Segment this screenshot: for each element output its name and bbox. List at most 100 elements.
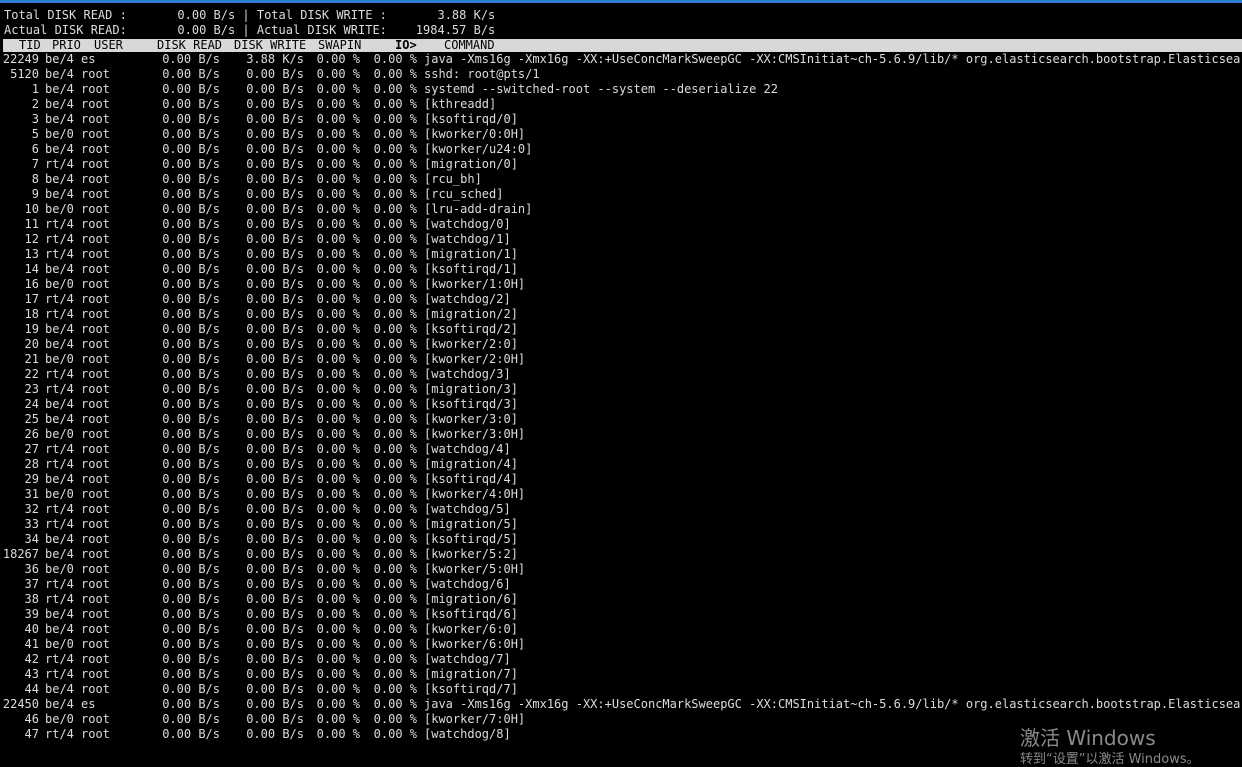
command-cell: [kworker/3:0H]	[424, 427, 526, 441]
process-row[interactable]: 7 rt/4 root 0.00 B/s 0.00 B/s 0.00 % 0.00 % [mi…	[0, 157, 1242, 172]
command-cell: [kworker/0:0H]	[424, 127, 526, 141]
process-row[interactable]: 31 be/0 root 0.00 B/s 0.00 B/s 0.00 % 0.00 % [k…	[0, 487, 1242, 502]
process-row[interactable]: 32 rt/4 root 0.00 B/s 0.00 B/s 0.00 % 0.00 % [w…	[0, 502, 1242, 517]
process-row[interactable]: 27 rt/4 root 0.00 B/s 0.00 B/s 0.00 % 0.00 % [w…	[0, 442, 1242, 457]
process-row[interactable]: 34 be/4 root 0.00 B/s 0.00 B/s 0.00 % 0.00 % [k…	[0, 532, 1242, 547]
disk-write-cell: 0.00 B/s	[246, 367, 304, 381]
disk-write-cell: 3.88 K/s	[246, 52, 304, 66]
process-row[interactable]: 18267 be/4 root 0.00 B/s 0.00 B/s 0.00 % 0.00 …	[0, 547, 1242, 562]
col-io-sorted[interactable]: IO>	[395, 39, 417, 52]
disk-write-cell: 0.00 B/s	[246, 577, 304, 591]
process-row[interactable]: 28 rt/4 root 0.00 B/s 0.00 B/s 0.00 % 0.00 % [m…	[0, 457, 1242, 472]
col-prio[interactable]: PRIO	[52, 39, 81, 52]
process-row[interactable]: 2 be/4 root 0.00 B/s 0.00 B/s 0.00 % 0.00 % [kt…	[0, 97, 1242, 112]
process-row[interactable]: 17 rt/4 root 0.00 B/s 0.00 B/s 0.00 % 0.00 % [w…	[0, 292, 1242, 307]
process-row[interactable]: 22249 be/4 es 0.00 B/s 3.88 K/s 0.00 % 0.00 % j…	[0, 52, 1242, 67]
command-cell: systemd --switched-root --system --deser…	[424, 82, 779, 96]
tid-cell: 12	[24, 232, 39, 246]
io-cell: 0.00 %	[373, 337, 417, 351]
user-cell: root	[81, 337, 110, 351]
process-row[interactable]: 1 be/4 root 0.00 B/s 0.00 B/s 0.00 % 0.00 % sys…	[0, 82, 1242, 97]
user-cell: root	[81, 262, 110, 276]
process-row[interactable]: 23 rt/4 root 0.00 B/s 0.00 B/s 0.00 % 0.00 % [m…	[0, 382, 1242, 397]
process-row[interactable]: 24 be/4 root 0.00 B/s 0.00 B/s 0.00 % 0.00 % [k…	[0, 397, 1242, 412]
process-row[interactable]: 39 be/4 root 0.00 B/s 0.00 B/s 0.00 % 0.00 % [k…	[0, 607, 1242, 622]
process-row[interactable]: 22 rt/4 root 0.00 B/s 0.00 B/s 0.00 % 0.00 % [w…	[0, 367, 1242, 382]
disk-read-cell: 0.00 B/s	[162, 382, 220, 396]
process-row[interactable]: 37 rt/4 root 0.00 B/s 0.00 B/s 0.00 % 0.00 % [w…	[0, 577, 1242, 592]
disk-read-cell: 0.00 B/s	[162, 517, 220, 531]
disk-read-cell: 0.00 B/s	[162, 532, 220, 546]
process-row[interactable]: 44 be/4 root 0.00 B/s 0.00 B/s 0.00 % 0.00 % [k…	[0, 682, 1242, 697]
disk-read-cell: 0.00 B/s	[162, 127, 220, 141]
tid-cell: 37	[24, 577, 39, 591]
process-row[interactable]: 5 be/0 root 0.00 B/s 0.00 B/s 0.00 % 0.00 % [kw…	[0, 127, 1242, 142]
io-cell: 0.00 %	[373, 397, 417, 411]
disk-read-cell: 0.00 B/s	[162, 277, 220, 291]
tid-cell: 26	[24, 427, 39, 441]
process-row[interactable]: 9 be/4 root 0.00 B/s 0.00 B/s 0.00 % 0.00 % [rc…	[0, 187, 1242, 202]
swapin-cell: 0.00 %	[316, 337, 360, 351]
user-cell: root	[81, 67, 110, 81]
swapin-cell: 0.00 %	[316, 652, 360, 666]
prio-cell: be/0	[45, 562, 74, 576]
col-disk-write[interactable]: DISK WRITE	[234, 39, 306, 52]
prio-cell: rt/4	[45, 652, 74, 666]
process-row[interactable]: 19 be/4 root 0.00 B/s 0.00 B/s 0.00 % 0.00 % [k…	[0, 322, 1242, 337]
swapin-cell: 0.00 %	[316, 547, 360, 561]
process-row[interactable]: 14 be/4 root 0.00 B/s 0.00 B/s 0.00 % 0.00 % [k…	[0, 262, 1242, 277]
command-cell: [watchdog/5]	[424, 502, 511, 516]
command-cell: [kworker/1:0H]	[424, 277, 526, 291]
process-row[interactable]: 42 rt/4 root 0.00 B/s 0.00 B/s 0.00 % 0.00 % [w…	[0, 652, 1242, 667]
prio-cell: rt/4	[45, 367, 74, 381]
process-row[interactable]: 43 rt/4 root 0.00 B/s 0.00 B/s 0.00 % 0.00 % [m…	[0, 667, 1242, 682]
io-cell: 0.00 %	[373, 52, 417, 66]
disk-read-cell: 0.00 B/s	[162, 292, 220, 306]
col-command[interactable]: COMMAND	[444, 39, 495, 52]
command-cell: [migration/7]	[424, 667, 518, 681]
process-row[interactable]: 16 be/0 root 0.00 B/s 0.00 B/s 0.00 % 0.00 % [k…	[0, 277, 1242, 292]
process-row[interactable]: 36 be/0 root 0.00 B/s 0.00 B/s 0.00 % 0.00 % [k…	[0, 562, 1242, 577]
process-row[interactable]: 41 be/0 root 0.00 B/s 0.00 B/s 0.00 % 0.00 % [k…	[0, 637, 1242, 652]
io-cell: 0.00 %	[373, 187, 417, 201]
process-row[interactable]: 38 rt/4 root 0.00 B/s 0.00 B/s 0.00 % 0.00 % [m…	[0, 592, 1242, 607]
command-cell: [kworker/5:0H]	[424, 562, 526, 576]
process-row[interactable]: 18 rt/4 root 0.00 B/s 0.00 B/s 0.00 % 0.00 % [m…	[0, 307, 1242, 322]
disk-write-cell: 0.00 B/s	[246, 277, 304, 291]
command-cell: [migration/6]	[424, 592, 518, 606]
process-row[interactable]: 6 be/4 root 0.00 B/s 0.00 B/s 0.00 % 0.00 % [kw…	[0, 142, 1242, 157]
col-swapin[interactable]: SWAPIN	[318, 39, 361, 52]
process-row[interactable]: 26 be/0 root 0.00 B/s 0.00 B/s 0.00 % 0.00 % [k…	[0, 427, 1242, 442]
process-row[interactable]: 10 be/0 root 0.00 B/s 0.00 B/s 0.00 % 0.00 % [l…	[0, 202, 1242, 217]
io-cell: 0.00 %	[373, 127, 417, 141]
process-row[interactable]: 11 rt/4 root 0.00 B/s 0.00 B/s 0.00 % 0.00 % [w…	[0, 217, 1242, 232]
disk-write-cell: 0.00 B/s	[246, 607, 304, 621]
process-row[interactable]: 25 be/4 root 0.00 B/s 0.00 B/s 0.00 % 0.00 % [k…	[0, 412, 1242, 427]
col-user[interactable]: USER	[94, 39, 123, 52]
process-row[interactable]: 5120 be/4 root 0.00 B/s 0.00 B/s 0.00 % 0.00 %…	[0, 67, 1242, 82]
user-cell: root	[81, 367, 110, 381]
process-row[interactable]: 12 rt/4 root 0.00 B/s 0.00 B/s 0.00 % 0.00 % [w…	[0, 232, 1242, 247]
process-row[interactable]: 13 rt/4 root 0.00 B/s 0.00 B/s 0.00 % 0.00 % [m…	[0, 247, 1242, 262]
process-row[interactable]: 22450 be/4 es 0.00 B/s 0.00 B/s 0.00 % 0.00 % j…	[0, 697, 1242, 712]
process-row[interactable]: 40 be/4 root 0.00 B/s 0.00 B/s 0.00 % 0.00 % [k…	[0, 622, 1242, 637]
total-disk-summary: Total DISK READ : 0.00 B/s | Total DISK …	[4, 8, 496, 22]
process-row[interactable]: 20 be/4 root 0.00 B/s 0.00 B/s 0.00 % 0.00 % [k…	[0, 337, 1242, 352]
tid-cell: 46	[24, 712, 39, 726]
prio-cell: be/4	[45, 52, 74, 66]
process-row[interactable]: 33 rt/4 root 0.00 B/s 0.00 B/s 0.00 % 0.00 % [m…	[0, 517, 1242, 532]
disk-write-cell: 0.00 B/s	[246, 457, 304, 471]
process-row[interactable]: 29 be/4 root 0.00 B/s 0.00 B/s 0.00 % 0.00 % [k…	[0, 472, 1242, 487]
process-row[interactable]: 21 be/0 root 0.00 B/s 0.00 B/s 0.00 % 0.00 % [k…	[0, 352, 1242, 367]
io-cell: 0.00 %	[373, 322, 417, 336]
tid-cell: 36	[24, 562, 39, 576]
process-row[interactable]: 8 be/4 root 0.00 B/s 0.00 B/s 0.00 % 0.00 % [rc…	[0, 172, 1242, 187]
tid-cell: 9	[31, 187, 39, 201]
process-row[interactable]: 3 be/4 root 0.00 B/s 0.00 B/s 0.00 % 0.00 % [ks…	[0, 112, 1242, 127]
disk-write-cell: 0.00 B/s	[246, 247, 304, 261]
prio-cell: be/0	[45, 277, 74, 291]
col-disk-read[interactable]: DISK READ	[157, 39, 222, 52]
col-tid[interactable]: TID	[19, 39, 41, 52]
tid-cell: 19	[24, 322, 39, 336]
swapin-cell: 0.00 %	[316, 532, 360, 546]
